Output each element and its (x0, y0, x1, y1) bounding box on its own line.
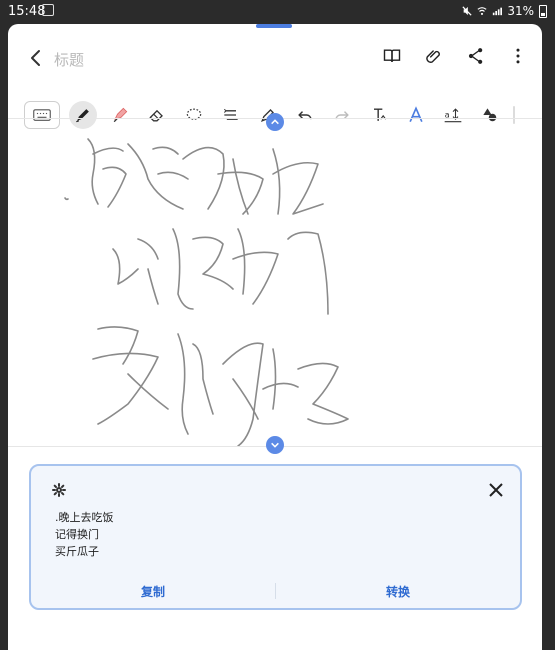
close-panel-button[interactable] (486, 480, 506, 500)
notes-app-window: a (8, 24, 542, 650)
recognition-settings-button[interactable] (51, 482, 69, 500)
share-icon (468, 48, 483, 64)
battery-icon (539, 4, 547, 18)
wifi-icon (477, 7, 487, 15)
signal-icon (493, 7, 503, 16)
copy-button[interactable]: 复制 (31, 583, 275, 600)
back-button[interactable] (22, 44, 50, 72)
paperclip-icon (426, 50, 440, 63)
top-actions (378, 42, 532, 70)
handwriting-strokes (64, 138, 349, 446)
handwriting-canvas[interactable] (8, 118, 542, 447)
gear-icon (52, 483, 66, 497)
battery-percent: 31% (507, 4, 534, 18)
share-button[interactable] (462, 42, 490, 70)
recognized-text: .晚上去吃饭 记得换门 买斤瓜子 (55, 509, 114, 560)
chevron-down-icon (271, 442, 279, 448)
book-open-icon (383, 49, 401, 62)
screenshot-icon (42, 4, 54, 16)
status-right: 31% (462, 4, 547, 18)
mute-icon (462, 6, 472, 16)
note-topbar (8, 34, 542, 84)
status-bar: 15:48 31% (0, 0, 555, 24)
window-drag-handle[interactable] (256, 24, 292, 28)
status-time: 15:48 (8, 4, 46, 19)
recognition-result-panel: .晚上去吃饭 记得换门 买斤瓜子 复制 转换 (29, 464, 522, 610)
note-title-input[interactable] (52, 46, 256, 74)
collapse-up-button[interactable] (266, 113, 284, 131)
panel-actions: 复制 转换 (31, 574, 520, 608)
recognized-line: 记得换门 (55, 528, 99, 541)
close-icon (489, 483, 503, 497)
chevron-up-icon (271, 119, 279, 125)
more-options-button[interactable] (504, 42, 532, 70)
reading-mode-button[interactable] (378, 42, 406, 70)
recognized-line: 买斤瓜子 (55, 545, 99, 558)
chevron-left-icon (31, 50, 40, 66)
expand-down-button[interactable] (266, 436, 284, 454)
more-vertical-icon (516, 48, 520, 64)
recognized-line: .晚上去吃饭 (55, 511, 114, 524)
convert-button[interactable]: 转换 (276, 583, 520, 600)
attach-button[interactable] (420, 42, 448, 70)
